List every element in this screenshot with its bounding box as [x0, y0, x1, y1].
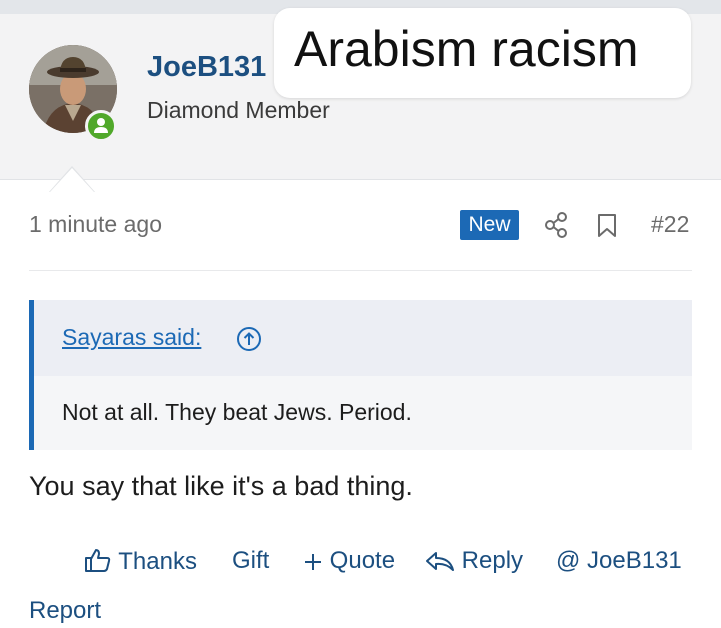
quote-author-link[interactable]: Sayaras said:	[62, 324, 201, 351]
gift-button[interactable]: Gift	[232, 547, 269, 575]
thanks-button[interactable]: Thanks	[84, 547, 197, 576]
user-title: Diamond Member	[147, 97, 330, 123]
post-number[interactable]: #22	[651, 211, 689, 238]
plus-icon	[305, 554, 321, 570]
thumbs-up-icon	[85, 549, 111, 572]
header-pointer	[50, 168, 94, 192]
gift-label: Gift	[232, 547, 270, 574]
reply-label: Reply	[461, 547, 524, 574]
post-body: You say that like it's a bad thing.	[29, 471, 413, 501]
username[interactable]: JoeB131	[147, 51, 266, 84]
caption-overlay: Arabism racism	[274, 8, 691, 98]
divider	[29, 270, 692, 271]
reply-arrow-icon	[426, 552, 454, 571]
quote-label: Quote	[329, 547, 396, 574]
quote-text: Not at all. They beat Jews. Period.	[62, 399, 412, 425]
post-timestamp[interactable]: 1 minute ago	[29, 211, 162, 238]
user-icon	[94, 118, 108, 133]
quote-button[interactable]: Quote	[303, 547, 395, 575]
quote-header: Sayaras said:	[34, 300, 692, 376]
bookmark-icon[interactable]	[597, 213, 617, 238]
quote-block: Sayaras said: Not at all. They beat Jews…	[29, 300, 692, 450]
arrow-up-circle-icon[interactable]	[236, 326, 262, 352]
online-status-badge	[85, 110, 117, 142]
report-button[interactable]: Report	[29, 597, 101, 625]
caption-text: Arabism racism	[294, 21, 639, 77]
reply-button[interactable]: Reply	[425, 547, 523, 575]
share-icon[interactable]	[544, 212, 568, 238]
thanks-label: Thanks	[118, 548, 197, 575]
new-badge: New	[460, 210, 519, 240]
mention-button[interactable]: @ JoeB131	[556, 547, 682, 575]
